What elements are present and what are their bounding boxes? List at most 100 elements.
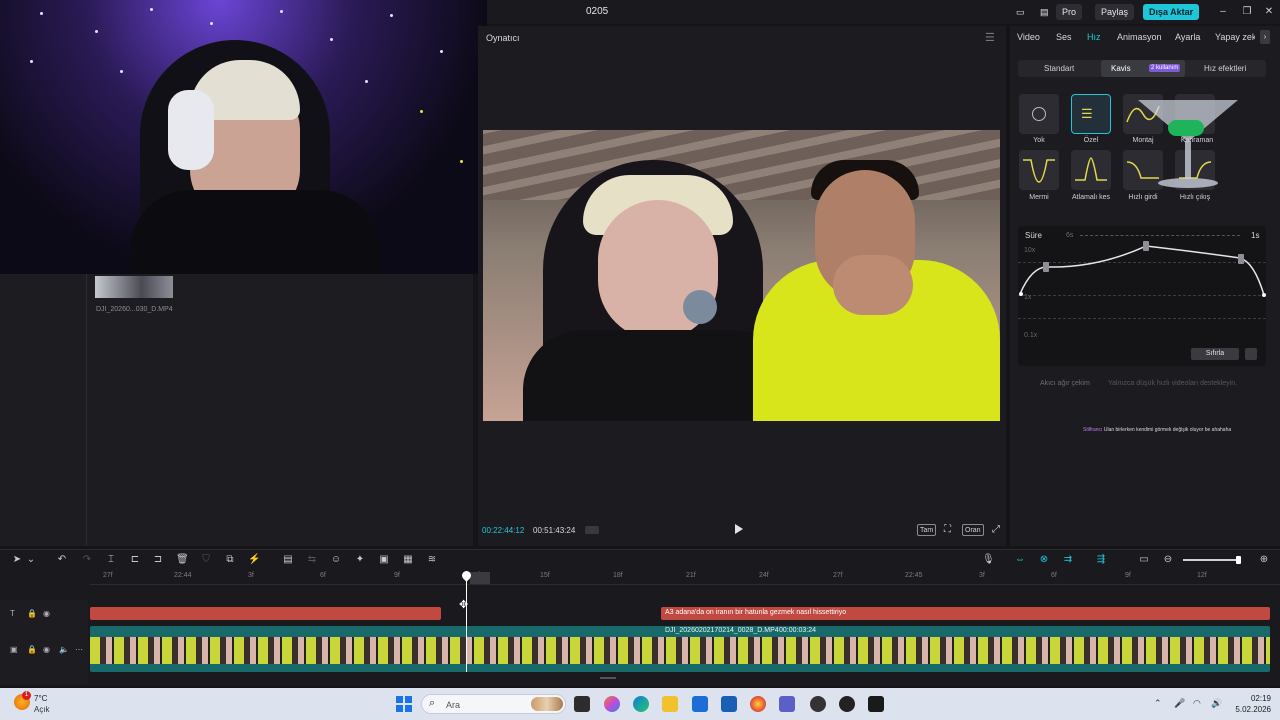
preset-label: Hızlı girdi [1128,194,1158,201]
subtab-speed-effects[interactable]: Hız efektleri [1194,60,1256,77]
tray-chevron-up-icon[interactable]: ⌃ [1154,698,1162,709]
store-icon[interactable] [692,696,708,712]
reset-extra-button[interactable] [1245,348,1257,360]
pro-button[interactable]: Pro [1056,4,1083,20]
link-clips-icon[interactable]: ⇔ [1014,554,1026,566]
tab-video[interactable]: Video [1017,32,1040,42]
preset-none[interactable] [1019,94,1059,134]
subtab-standard[interactable]: Standart [1034,60,1084,77]
maximize-icon[interactable]: ❐ [1239,4,1255,20]
redo-icon[interactable]: ↷ [81,554,93,566]
shortcut-icon[interactable]: ▤ [1034,4,1050,20]
audio-wave-icon[interactable]: ≋ [426,554,438,566]
teams-icon[interactable] [779,696,795,712]
export-button[interactable]: Dışa Aktar [1143,4,1200,20]
caption-toggle-icon[interactable]: ▭ [1138,554,1150,566]
crop-tool-icon[interactable]: ⧉ [224,554,236,566]
time-ruler[interactable] [90,584,1280,585]
firefox-icon[interactable] [750,696,766,712]
person-icon[interactable]: ☺ [330,554,342,566]
tray-volume-icon[interactable]: 🔊 [1211,698,1222,709]
reset-button[interactable]: Sıfırla [1191,348,1239,360]
preset-custom[interactable]: ☰ [1071,94,1111,134]
select-cursor-icon[interactable]: ➤ [11,554,23,566]
lock-icon[interactable]: 🔒 [27,609,37,618]
zoom-slider[interactable] [1183,559,1241,561]
curve-point[interactable] [1043,262,1049,272]
menu-icon[interactable]: ☰ [985,31,995,44]
tab-adjust[interactable]: Ayarla [1175,32,1200,42]
edge-icon[interactable] [633,696,649,712]
tab-ai[interactable]: Yapay zekâ [1215,32,1255,42]
trim-right-icon[interactable]: ⊐ [152,554,164,566]
tab-audio[interactable]: Ses [1056,32,1072,42]
video-preview[interactable] [483,130,1000,421]
subtitle-icon[interactable]: ▤ [282,554,294,566]
duration-slider[interactable] [1080,235,1240,236]
chevron-right-icon[interactable]: › [1260,30,1270,44]
speed-icon[interactable]: ⚡ [248,554,260,566]
layout-icon[interactable]: ▭ [1010,4,1028,20]
copilot-icon[interactable] [604,696,620,712]
tray-wifi-icon[interactable]: ◠ [1193,698,1201,709]
minimize-icon[interactable]: – [1215,4,1231,20]
delete-icon[interactable]: 🗑 [176,554,189,566]
zoom-slider-knob[interactable] [1236,556,1241,564]
timeline-scrollbar[interactable] [600,677,616,679]
microphone-icon[interactable]: 🎙 [982,554,995,566]
curve-point[interactable] [1143,241,1149,251]
speaker-icon[interactable]: 🔈 [59,645,69,654]
crop-icon[interactable]: ⛶ [942,524,953,536]
text-clip[interactable] [90,607,441,620]
tray-microphone-icon[interactable]: 🎤 [1174,698,1185,709]
ratio-button[interactable]: Oran [962,524,984,536]
clock-date[interactable]: 5.02.2026 [1233,705,1271,714]
curve-point[interactable] [1262,293,1266,297]
curve-icon [1023,159,1055,183]
timecode-chip[interactable] [585,526,599,534]
transition-icon[interactable]: ⇆ [306,554,318,566]
playhead[interactable] [466,578,467,672]
freeze-frame-icon[interactable]: ▦ [402,554,414,566]
preset-bullet[interactable] [1019,150,1059,190]
chevron-down-icon[interactable]: ⌄ [25,554,37,566]
shield-icon[interactable]: ⛉ [200,554,212,566]
close-icon[interactable]: ✕ [1261,4,1277,20]
zoom-in-icon[interactable]: ⊕ [1258,554,1270,566]
obs-icon[interactable] [810,696,826,712]
clock-time[interactable]: 02:19 [1247,694,1271,703]
media-player-icon[interactable] [839,696,855,712]
capcut-icon[interactable] [868,696,884,712]
tab-speed[interactable]: Hız [1087,32,1101,42]
trim-left-icon[interactable]: ⊏ [129,554,141,566]
tab-animation[interactable]: Animasyon [1117,32,1162,42]
headphone [168,90,214,170]
task-view-icon[interactable] [574,696,590,712]
preset-jump-cut[interactable] [1071,150,1111,190]
ruler-tick: 3f [979,572,985,579]
full-quality-button[interactable]: Tam [917,524,937,536]
undo-icon[interactable]: ↶ [56,554,68,566]
caption-box-icon[interactable]: ▣ [378,554,390,566]
file-explorer-icon[interactable] [662,696,678,712]
share-button[interactable]: Paylaş [1095,4,1135,20]
zoom-out-icon[interactable]: ⊖ [1162,554,1174,566]
preset-fast-in[interactable] [1123,150,1163,190]
preview-axis-icon[interactable]: ⇶ [1095,554,1107,566]
lock-icon[interactable]: 🔒 [27,645,37,654]
snap-icon[interactable]: ⇉ [1062,554,1074,566]
magnet-icon[interactable]: ⊗ [1038,554,1050,566]
curve-point[interactable] [1238,254,1244,264]
speed-curve[interactable] [1018,238,1266,308]
outlook-icon[interactable] [721,696,737,712]
windows-start-icon[interactable] [396,696,412,712]
magic-wand-icon[interactable]: ✦ [354,554,366,566]
split-icon[interactable]: ⌶ [105,554,117,566]
more-icon[interactable]: ⋯ [75,645,83,654]
play-button[interactable] [735,524,743,534]
media-thumbnail[interactable] [95,276,173,298]
fullscreen-icon[interactable]: ⤢ [990,524,1002,536]
eye-icon[interactable]: ◉ [43,609,50,618]
curve-point[interactable] [1019,292,1023,296]
eye-icon[interactable]: ◉ [43,645,50,654]
